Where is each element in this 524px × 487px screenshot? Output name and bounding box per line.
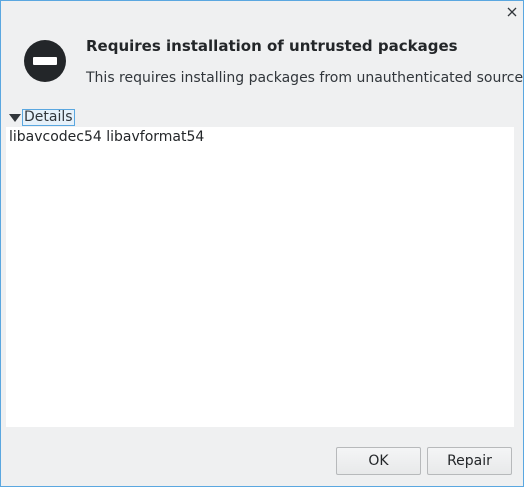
expand-arrow-icon [9,114,21,122]
ok-button[interactable]: OK [336,447,421,475]
close-icon [507,7,517,17]
details-text-area[interactable]: libavcodec54 libavformat54 [6,127,514,427]
untrusted-packages-dialog: Requires installation of untrusted packa… [0,0,524,487]
close-button[interactable] [504,3,520,21]
forbidden-icon-bar [33,57,57,65]
dialog-message: This requires installing packages from u… [86,70,524,86]
details-toggle[interactable]: Details [9,109,75,126]
dialog-title: Requires installation of untrusted packa… [86,37,458,55]
details-toggle-label: Details [22,109,75,126]
details-package-list: libavcodec54 libavformat54 [9,129,205,145]
repair-button[interactable]: Repair [427,447,512,475]
forbidden-icon [24,40,66,82]
